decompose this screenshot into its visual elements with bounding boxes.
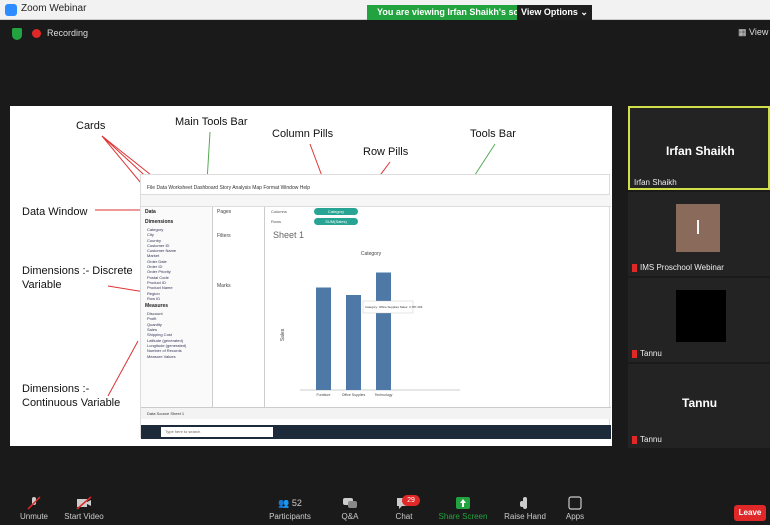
data-pane: Data Dimensions Category City Country Custo…: [141, 207, 213, 407]
dimensions-header: Dimensions: [145, 219, 174, 225]
data-header[interactable]: Data: [141, 207, 212, 217]
share-screen-label: Share Screen: [438, 512, 488, 521]
meeting-status-row: [0, 20, 770, 100]
chart-ylabel: Sales: [280, 328, 286, 341]
panel-ims-proschool[interactable]: I IMS Proschool Webinar: [628, 192, 770, 276]
panel-irfan-shaikh[interactable]: Irfan Shaikh Irfan Shaikh: [628, 106, 770, 190]
sheet-title: Sheet 1: [273, 230, 305, 240]
participants-count: 52: [291, 498, 302, 508]
view-label: View: [749, 27, 769, 37]
chart-tooltip: Category: Office Supplies Sales: 3,787,4…: [362, 300, 423, 314]
viewing-banner: You are viewing Irfan Shaikh's screen Vi…: [367, 5, 592, 20]
share-screen-button[interactable]: Share Screen: [436, 490, 490, 525]
shield-icon[interactable]: [12, 28, 22, 40]
marks-card[interactable]: Marks: [213, 281, 264, 291]
pages-shelf[interactable]: Pages: [213, 207, 264, 217]
bar-chart: Category Sales Furniture Office Supplies T…: [280, 251, 460, 397]
panel-tannu-2[interactable]: Tannu Tannu: [628, 364, 770, 448]
chart-title: Category: [361, 251, 382, 257]
avatar: I: [676, 204, 720, 252]
columns-shelf[interactable]: Columns Category: [269, 208, 609, 216]
participant-label: IMS Proschool Webinar: [632, 263, 724, 272]
tableau-window: File Data Worksheet Dashboard Story Anal…: [140, 174, 611, 439]
taskbar-search[interactable]: Type here to search: [161, 427, 273, 437]
apps-label: Apps: [565, 512, 585, 521]
chart-bar[interactable]: [316, 287, 331, 391]
participant-label-text: Tannu: [640, 435, 662, 444]
video-off-tile: [676, 290, 726, 342]
qa-label: Q&A: [341, 512, 359, 521]
shared-screen: Cards Main Tools Bar Column Pills Row Pi…: [10, 106, 612, 446]
participant-label: Tannu: [632, 349, 662, 358]
apps-icon: [568, 496, 582, 510]
participant-name-large: Irfan Shaikh: [666, 144, 735, 158]
participant-name-large: Tannu: [682, 396, 718, 410]
view-button[interactable]: ▦ View: [738, 27, 768, 38]
rows-label: Rows: [271, 219, 282, 224]
chart-category-label: Furniture: [316, 393, 330, 397]
video-off-icon: [76, 496, 92, 510]
apps-button[interactable]: Apps: [560, 490, 590, 525]
viewing-message: You are viewing Irfan Shaikh's screen: [377, 7, 538, 17]
chart-bar[interactable]: [376, 272, 391, 391]
chart-category-label: Office Supplies: [342, 393, 366, 397]
raise-hand-button[interactable]: Raise Hand: [500, 490, 550, 525]
chart-tooltip-text: Category: Office Supplies Sales: 3,787,4…: [365, 305, 423, 309]
measures-header: Measures: [145, 303, 169, 310]
recording-dot-icon: [32, 29, 41, 38]
columns-pill[interactable]: Category: [314, 208, 358, 215]
participant-label: Irfan Shaikh: [634, 178, 677, 187]
tableau-statusbar: Data Source Sheet 1: [141, 407, 611, 419]
unmute-button[interactable]: Unmute: [14, 490, 54, 525]
chart-bar[interactable]: [346, 295, 361, 390]
tableau-menu[interactable]: File Data Worksheet Dashboard Story Anal…: [147, 185, 310, 191]
participants-label: Participants: [269, 512, 311, 521]
filters-shelf[interactable]: Filters: [213, 231, 264, 241]
dimensions-list: Category City Country Customer ID Customer N…: [141, 227, 212, 301]
view-options-button[interactable]: View Options ⌄: [517, 5, 592, 20]
measure-field[interactable]: Measure Values: [141, 354, 212, 359]
recording-label[interactable]: Recording: [47, 28, 88, 38]
mic-muted-icon: [632, 263, 637, 272]
columns-label: Columns: [271, 209, 287, 214]
share-screen-icon: [456, 497, 470, 509]
shelves-pane: Pages Filters Marks: [213, 207, 265, 407]
window-title: Zoom Webinar: [21, 3, 87, 14]
meeting-controls: Unmute Start Video 👥 52 Participants Q&A…: [0, 490, 770, 525]
participant-label-text: Tannu: [640, 349, 662, 358]
windows-taskbar: Type here to search: [141, 425, 611, 439]
chat-badge: 29: [402, 495, 420, 506]
qa-button[interactable]: Q&A: [332, 490, 368, 525]
mic-off-icon: [27, 496, 41, 510]
mic-muted-icon: [632, 349, 637, 358]
participants-icon: 👥 52: [278, 498, 302, 508]
chart-category-label: Technology: [375, 393, 393, 397]
measures-list: Discount Profit Quantity Sales Shipping Cost…: [141, 311, 212, 359]
raise-hand-label: Raise Hand: [504, 512, 546, 521]
panel-tannu-1[interactable]: Tannu: [628, 278, 770, 362]
tableau-toolbar[interactable]: [141, 195, 611, 207]
start-video-button[interactable]: Start Video: [58, 490, 110, 525]
rows-pill[interactable]: SUM(Sales): [314, 218, 358, 225]
sheet-tabs[interactable]: Data Source Sheet 1: [147, 411, 184, 416]
leave-button[interactable]: Leave: [734, 505, 766, 521]
unmute-label: Unmute: [19, 512, 48, 521]
start-video-label: Start Video: [64, 512, 104, 521]
chat-label: Chat: [395, 512, 413, 521]
participant-label-text: IMS Proschool Webinar: [640, 263, 724, 272]
rows-shelf[interactable]: Rows SUM(Sales): [269, 218, 609, 226]
tableau-menubar: File Data Worksheet Dashboard Story Anal…: [141, 175, 609, 195]
mic-muted-icon: [632, 435, 637, 444]
qa-icon: [343, 498, 357, 508]
participants-button[interactable]: 👥 52 Participants: [258, 490, 322, 525]
participant-label: Tannu: [632, 435, 662, 444]
raise-hand-icon: [520, 497, 527, 509]
zoom-app-icon: [5, 4, 17, 16]
